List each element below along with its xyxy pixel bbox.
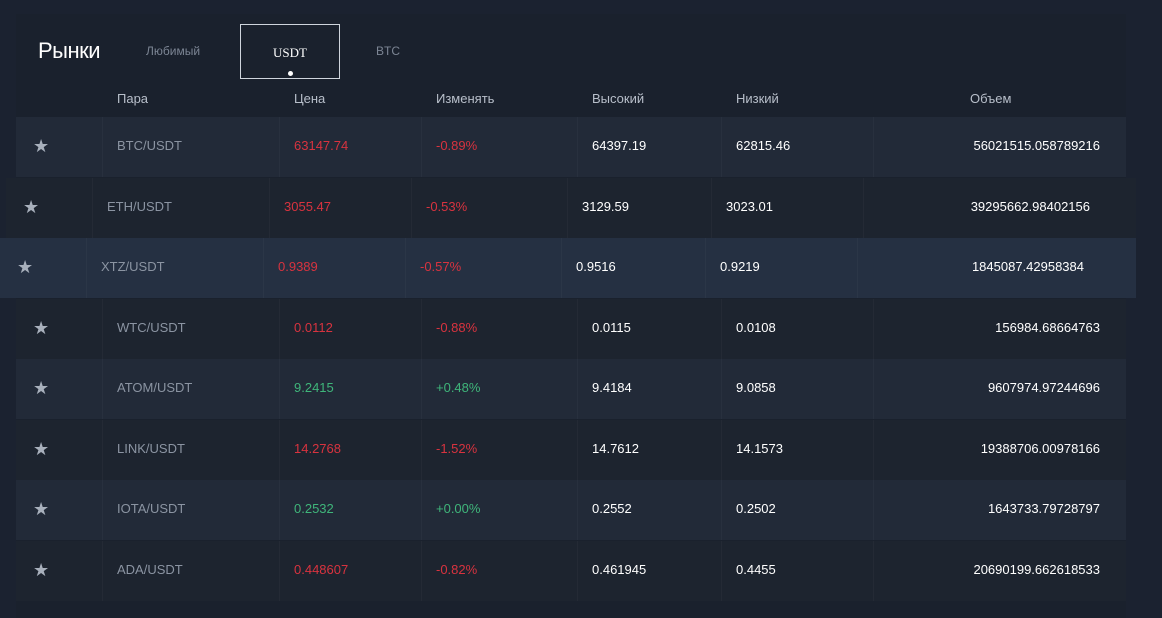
active-tab-indicator: [288, 71, 293, 76]
column-header-price[interactable]: Цена: [294, 91, 325, 106]
table-row[interactable]: ★ ETH/USDT 3055.47 -0.53% 3129.59 3023.01 3929…: [6, 178, 1136, 238]
table-row[interactable]: ★ XTZ/USDT 0.9389 -0.57% 0.9516 0.9219 1845087…: [0, 238, 1136, 298]
table-row[interactable]: ★ LINK/USDT 14.2768 -1.52% 14.7612 14.1573 193…: [16, 420, 1126, 480]
tab-favorites[interactable]: Любимый: [146, 44, 200, 58]
volume-cell: 20690199.662618533: [973, 562, 1100, 577]
tab-btc[interactable]: BTC: [376, 44, 400, 58]
column-header-pair[interactable]: Пара: [117, 91, 148, 106]
page-title: Рынки: [38, 38, 101, 63]
volume-cell: 9607974.97244696: [987, 380, 1100, 395]
volume-cell: 156984.68664763: [995, 320, 1100, 335]
tab-usdt-label: USDT: [273, 45, 307, 60]
table-row[interactable]: ★ WTC/USDT 0.0112 -0.88% 0.0115 0.0108 156984.…: [16, 299, 1126, 359]
table-row[interactable]: ★ ADA/USDT 0.448607 -0.82% 0.461945 0.4455 206…: [16, 541, 1126, 601]
volume-cell: 39295662.98402156: [970, 199, 1090, 214]
volume-cell: 19388706.00978166: [980, 441, 1100, 456]
table-row[interactable]: ★ ATOM/USDT 9.2415 +0.48% 9.4184 9.0858 960797…: [16, 359, 1126, 419]
column-header-high[interactable]: Высокий: [592, 91, 644, 106]
table-row[interactable]: ★ IOTA/USDT 0.2532 +0.00% 0.2552 0.2502 164373…: [16, 480, 1126, 540]
column-header-change[interactable]: Изменять: [436, 91, 494, 106]
column-header-low[interactable]: Низкий: [736, 91, 779, 106]
volume-cell: 1643733.79728797: [987, 501, 1100, 516]
volume-cell: 56021515.058789216: [973, 138, 1100, 153]
column-header-volume[interactable]: Объем: [970, 91, 1011, 106]
volume-cell: 1845087.42958384: [971, 259, 1084, 274]
table-row[interactable]: ★ BTC/USDT 63147.74 -0.89% 64397.19 62815.46 5…: [16, 117, 1126, 177]
tab-usdt[interactable]: USDT: [240, 24, 340, 79]
